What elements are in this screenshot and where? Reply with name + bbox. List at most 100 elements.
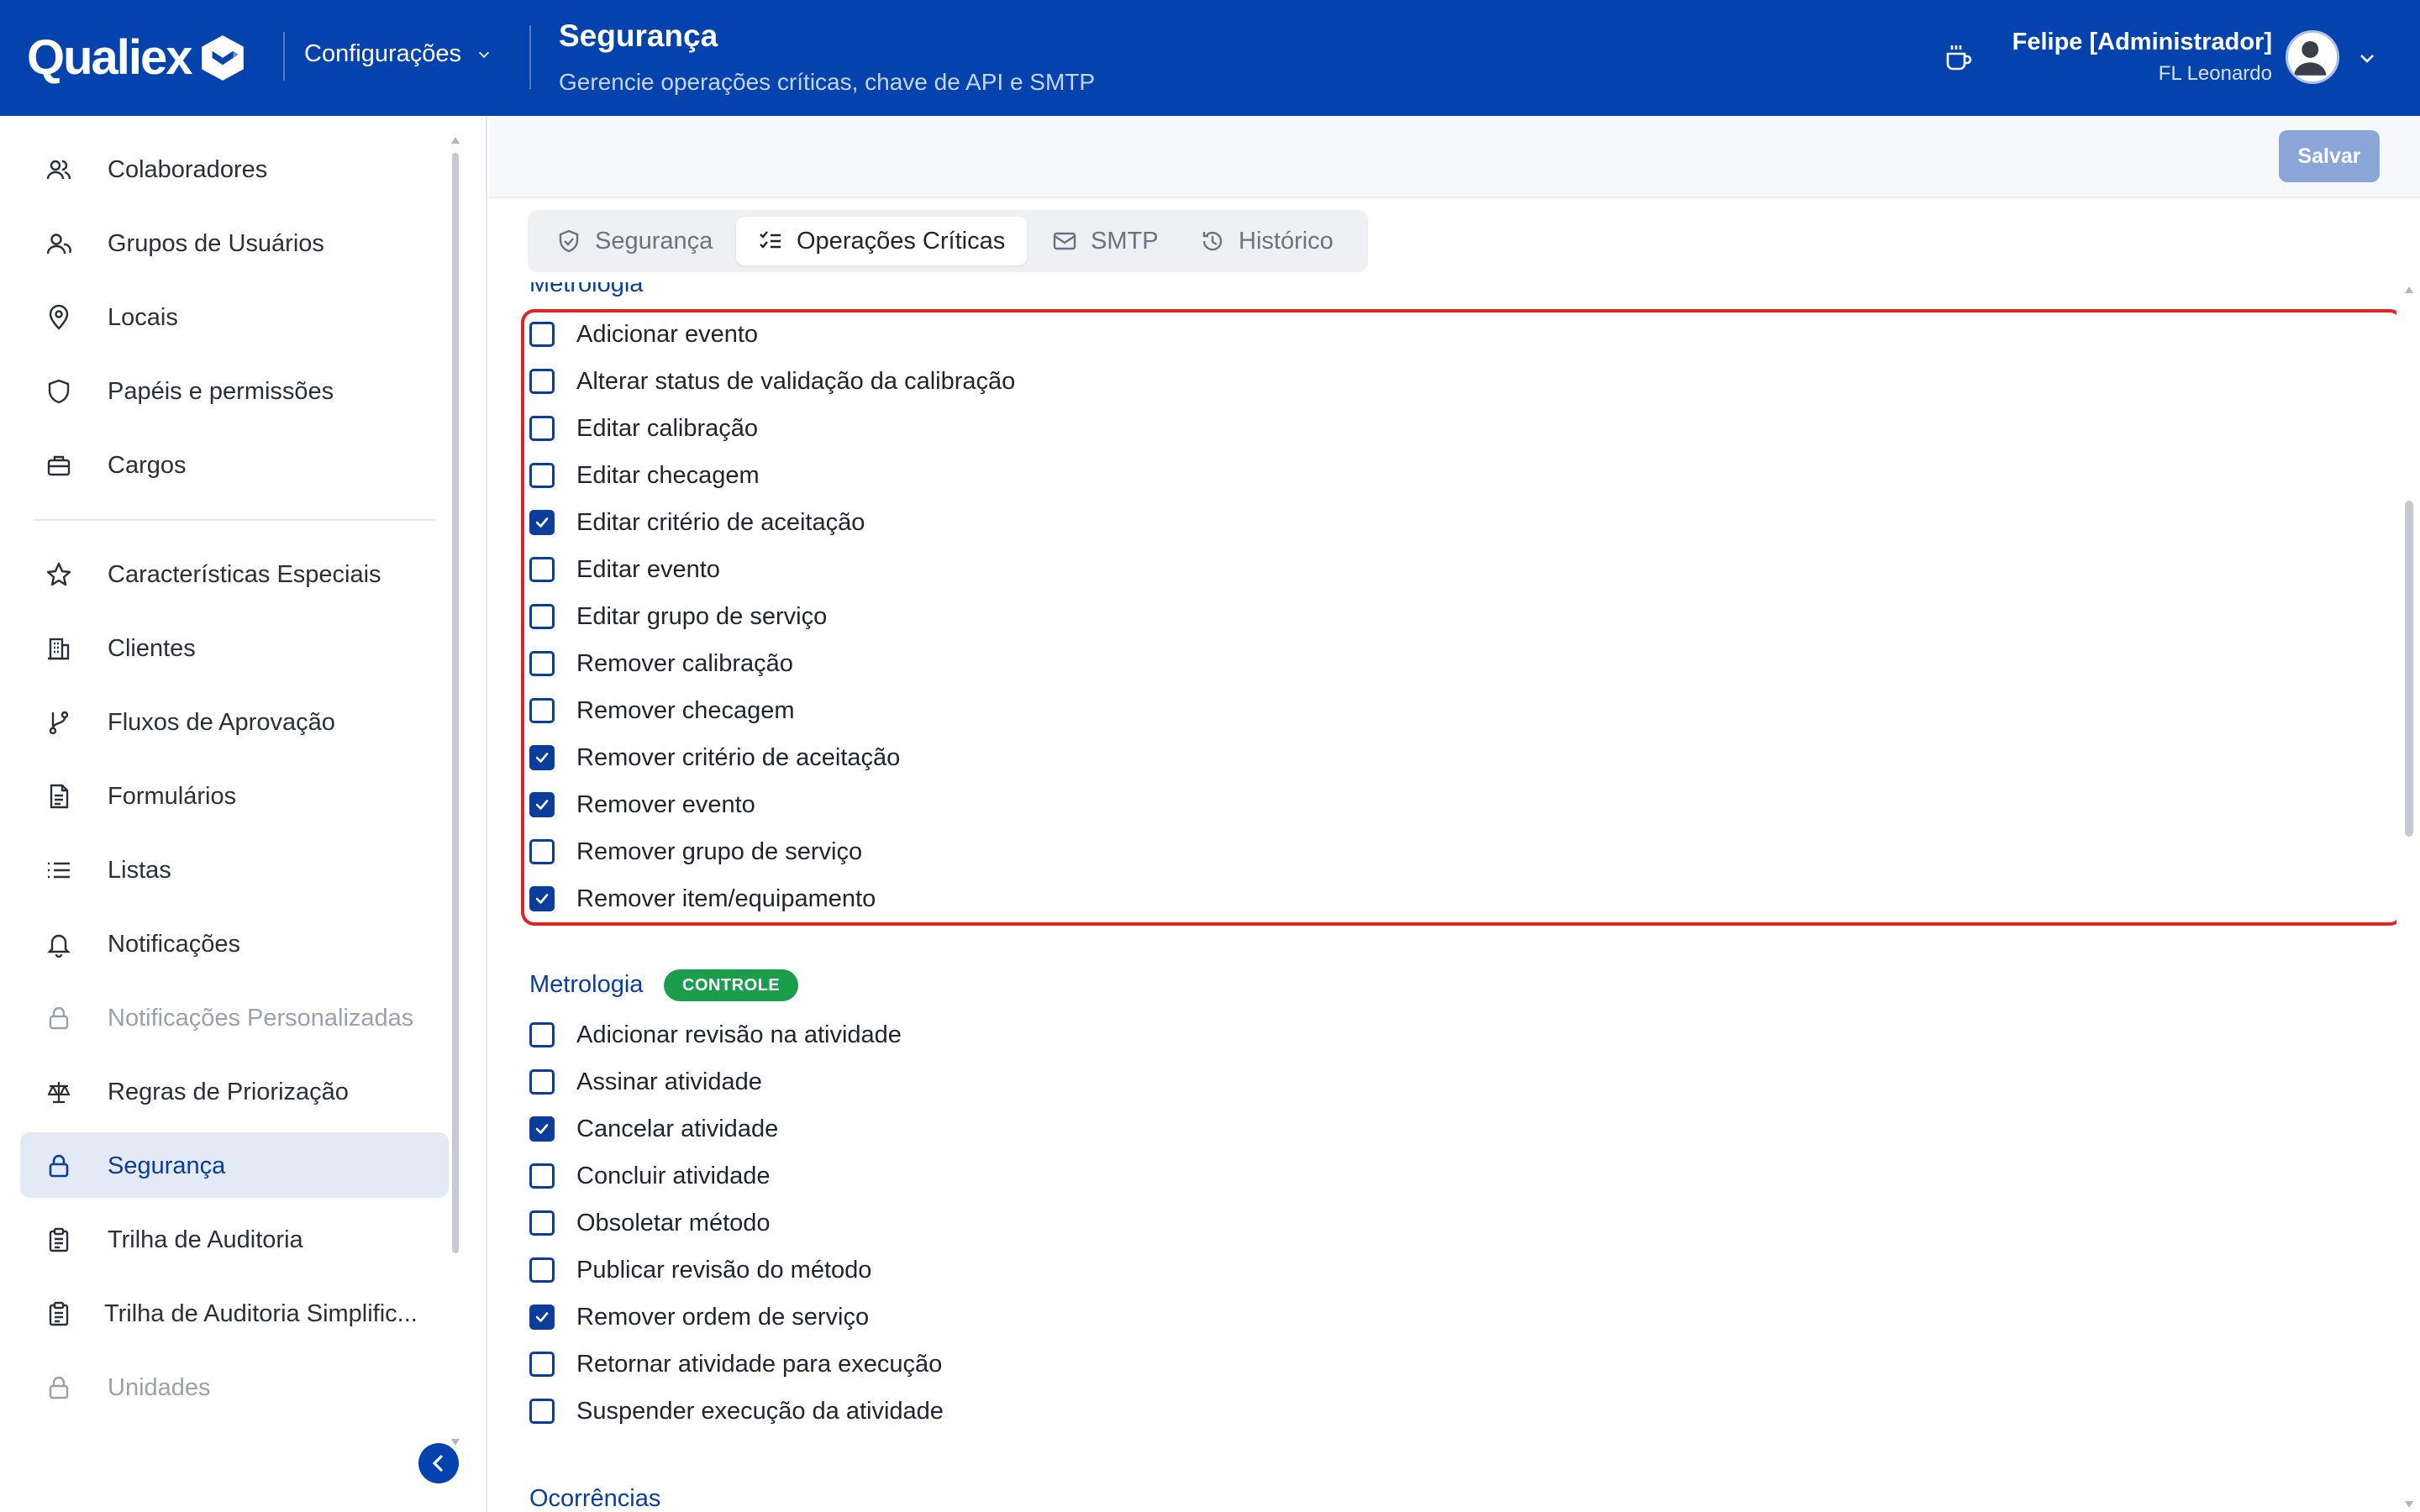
checkbox-row[interactable]: Concluir atividade bbox=[529, 1159, 771, 1193]
checkbox[interactable] bbox=[529, 1257, 555, 1283]
sidebar-item-locais[interactable]: Locais bbox=[20, 284, 449, 349]
checkbox[interactable] bbox=[529, 604, 555, 629]
checkbox[interactable] bbox=[529, 510, 555, 535]
checkbox[interactable] bbox=[529, 416, 555, 441]
sidebar-item-papeis-e-permissoes[interactable]: Papéis e permissões bbox=[20, 358, 449, 423]
checkbox-row[interactable]: Editar critério de aceitação bbox=[529, 506, 865, 539]
sidebar-scrollbar[interactable] bbox=[450, 136, 460, 1446]
checkbox[interactable] bbox=[529, 839, 555, 864]
scroll-down-arrow-icon[interactable] bbox=[2404, 1500, 2414, 1509]
map-pin-icon bbox=[49, 304, 69, 330]
tab-historico[interactable]: Histórico bbox=[1200, 217, 1334, 265]
checkbox[interactable] bbox=[529, 322, 555, 347]
check-icon bbox=[535, 894, 549, 904]
checkbox-row[interactable]: Editar grupo de serviço bbox=[529, 600, 827, 633]
star-icon bbox=[46, 562, 71, 586]
checkbox-row[interactable]: Remover ordem de serviço bbox=[529, 1300, 869, 1334]
module-label: Configurações bbox=[304, 40, 461, 67]
tab-smtp[interactable]: SMTP bbox=[1052, 217, 1159, 265]
main-scroll-thumb[interactable] bbox=[2405, 501, 2413, 837]
checkbox-row[interactable]: Remover item/equipamento bbox=[529, 882, 876, 916]
sidebar-item-grupos-de-usuarios[interactable]: Grupos de Usuários bbox=[20, 210, 449, 276]
section-title: Metrologia bbox=[529, 282, 644, 297]
checkbox-row[interactable]: Adicionar revisão na atividade bbox=[529, 1018, 902, 1052]
page-subtitle: Gerencie operações críticas, chave de AP… bbox=[559, 69, 1096, 95]
module-selector[interactable]: Configurações bbox=[304, 40, 492, 68]
sidebar-item-listas[interactable]: Listas bbox=[20, 837, 449, 902]
sidebar-item-clientes[interactable]: Clientes bbox=[20, 615, 449, 680]
sidebar-item-regras-de-priorizacao[interactable]: Regras de Priorização bbox=[20, 1058, 449, 1124]
clipboard-icon bbox=[49, 1301, 69, 1326]
file-text-icon bbox=[50, 784, 69, 809]
checkbox-label: Alterar status de validação da calibraçã… bbox=[576, 367, 1016, 395]
checkbox-row[interactable]: Cancelar atividade bbox=[529, 1112, 778, 1146]
sidebar-scroll-thumb[interactable] bbox=[452, 153, 459, 1253]
avatar-icon bbox=[2294, 40, 2327, 76]
avatar[interactable] bbox=[2286, 30, 2339, 84]
checkbox[interactable] bbox=[529, 886, 555, 911]
checkbox[interactable] bbox=[529, 1069, 555, 1095]
sidebar-item-fluxos-de-aprovacao[interactable]: Fluxos de Aprovação bbox=[20, 689, 449, 754]
sidebar-item-notificacoes[interactable]: Notificações bbox=[20, 911, 449, 976]
checkbox[interactable] bbox=[529, 1022, 555, 1047]
sidebar-collapse-button[interactable] bbox=[418, 1443, 459, 1483]
checkbox-label: Remover critério de aceitação bbox=[576, 743, 901, 771]
checkbox-label: Remover item/equipamento bbox=[576, 885, 876, 912]
checkbox-row[interactable]: Publicar revisão do método bbox=[529, 1253, 871, 1287]
sidebar-item-cargos[interactable]: Cargos bbox=[20, 432, 449, 497]
checkbox-row[interactable]: Remover calibração bbox=[529, 647, 793, 680]
sidebar-item-formularios[interactable]: Formulários bbox=[20, 763, 449, 828]
scroll-up-arrow-icon[interactable] bbox=[450, 136, 460, 144]
checkbox-row[interactable]: Alterar status de validação da calibraçã… bbox=[529, 365, 1015, 398]
save-button[interactable]: Salvar bbox=[2279, 130, 2380, 182]
coffee-icon[interactable] bbox=[1943, 42, 1973, 72]
checkbox-row[interactable]: Suspender execução da atividade bbox=[529, 1394, 944, 1428]
checkbox-row[interactable]: Remover critério de aceitação bbox=[529, 741, 900, 774]
sidebar-item-trilha-de-auditoria-simplificada[interactable]: Trilha de Auditoria Simplific... bbox=[20, 1280, 449, 1346]
sidebar-item-colaboradores[interactable]: Colaboradores bbox=[20, 136, 449, 202]
checkbox[interactable] bbox=[529, 1352, 555, 1377]
checkbox-row[interactable]: Remover evento bbox=[529, 788, 755, 822]
checkbox-row[interactable]: Remover checagem bbox=[529, 694, 795, 727]
sidebar-item-label: Papéis e permissões bbox=[108, 378, 334, 405]
chevron-down-icon[interactable] bbox=[2358, 49, 2376, 67]
lock-icon bbox=[49, 1006, 69, 1030]
checkbox-label: Remover calibração bbox=[576, 649, 793, 677]
user-name[interactable]: Felipe [Administrador] bbox=[2012, 29, 2272, 56]
sidebar-item-label: Unidades bbox=[108, 1374, 211, 1401]
checkbox[interactable] bbox=[529, 792, 555, 817]
checkbox[interactable] bbox=[529, 1163, 555, 1189]
checkbox-row[interactable]: Obsoletar método bbox=[529, 1206, 771, 1240]
checkbox-row[interactable]: Assinar atividade bbox=[529, 1065, 762, 1099]
sidebar-item-trilha-de-auditoria[interactable]: Trilha de Auditoria bbox=[20, 1206, 449, 1272]
tab-label: Histórico bbox=[1239, 227, 1334, 255]
sidebar-item-caracteristicas-especiais[interactable]: Características Especiais bbox=[20, 541, 449, 606]
checkbox-row[interactable]: Retornar atividade para execução bbox=[529, 1347, 942, 1381]
checkbox[interactable] bbox=[529, 557, 555, 582]
checkbox-row[interactable]: Editar calibração bbox=[529, 412, 758, 445]
checkbox[interactable] bbox=[529, 1305, 555, 1330]
checkbox[interactable] bbox=[529, 369, 555, 394]
main-scrollbar[interactable] bbox=[2396, 282, 2420, 1512]
sidebar-item-seguranca[interactable]: Segurança bbox=[20, 1132, 449, 1198]
sidebar-item-label: Locais bbox=[108, 304, 178, 331]
checkbox[interactable] bbox=[529, 1399, 555, 1424]
tab-operacoes-criticas[interactable]: Operações Críticas bbox=[736, 217, 1028, 265]
brand-logo[interactable]: Qualiex bbox=[27, 29, 249, 87]
checkbox-row[interactable]: Remover grupo de serviço bbox=[529, 835, 862, 869]
list-checks-icon bbox=[760, 231, 781, 249]
checkbox[interactable] bbox=[529, 651, 555, 676]
checkbox-row[interactable]: Editar evento bbox=[529, 553, 720, 586]
sidebar-item-label: Clientes bbox=[108, 635, 196, 662]
sidebar-item-label: Notificações bbox=[108, 931, 240, 958]
checkbox[interactable] bbox=[529, 745, 555, 770]
checkbox[interactable] bbox=[529, 698, 555, 723]
checkbox[interactable] bbox=[529, 1116, 555, 1142]
checkbox-row[interactable]: Adicionar evento bbox=[529, 318, 758, 351]
tab-seguranca[interactable]: Segurança bbox=[556, 217, 713, 265]
checkbox[interactable] bbox=[529, 463, 555, 488]
checkbox-row[interactable]: Editar checagem bbox=[529, 459, 760, 492]
checkbox[interactable] bbox=[529, 1210, 555, 1236]
scroll-up-arrow-icon[interactable] bbox=[2404, 286, 2414, 294]
sidebar-item-label: Grupos de Usuários bbox=[108, 230, 324, 257]
